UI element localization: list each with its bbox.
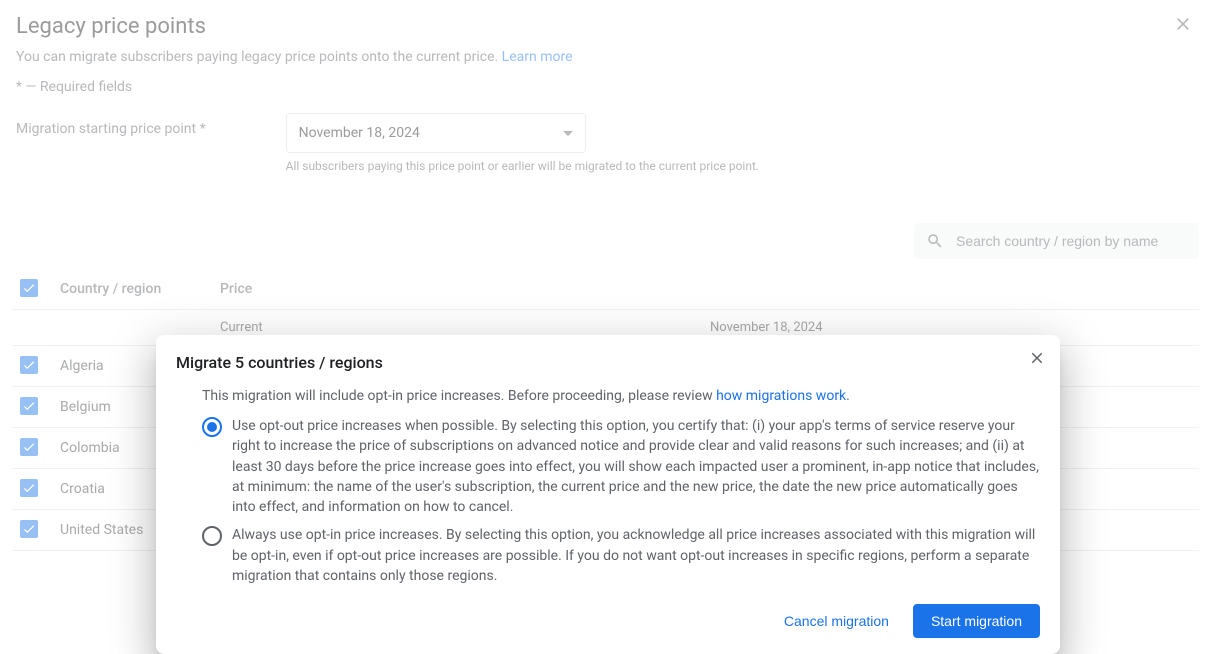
migrate-modal: Migrate 5 countries / regions This migra…	[156, 335, 1060, 654]
modal-intro-period: .	[846, 388, 850, 404]
opt-out-label: Use opt-out price increases when possibl…	[232, 416, 1040, 517]
opt-in-label: Always use opt-in price increases. By se…	[232, 525, 1040, 586]
opt-out-radio[interactable]	[202, 417, 222, 437]
modal-intro-text: This migration will include opt-in price…	[202, 388, 716, 404]
modal-intro: This migration will include opt-in price…	[176, 388, 1040, 404]
start-button[interactable]: Start migration	[913, 604, 1040, 638]
how-migrations-work-link[interactable]: how migrations work	[716, 388, 846, 404]
modal-title: Migrate 5 countries / regions	[176, 353, 1040, 372]
cancel-button[interactable]: Cancel migration	[772, 604, 901, 638]
close-icon[interactable]	[1028, 349, 1046, 367]
opt-in-radio[interactable]	[202, 526, 222, 546]
